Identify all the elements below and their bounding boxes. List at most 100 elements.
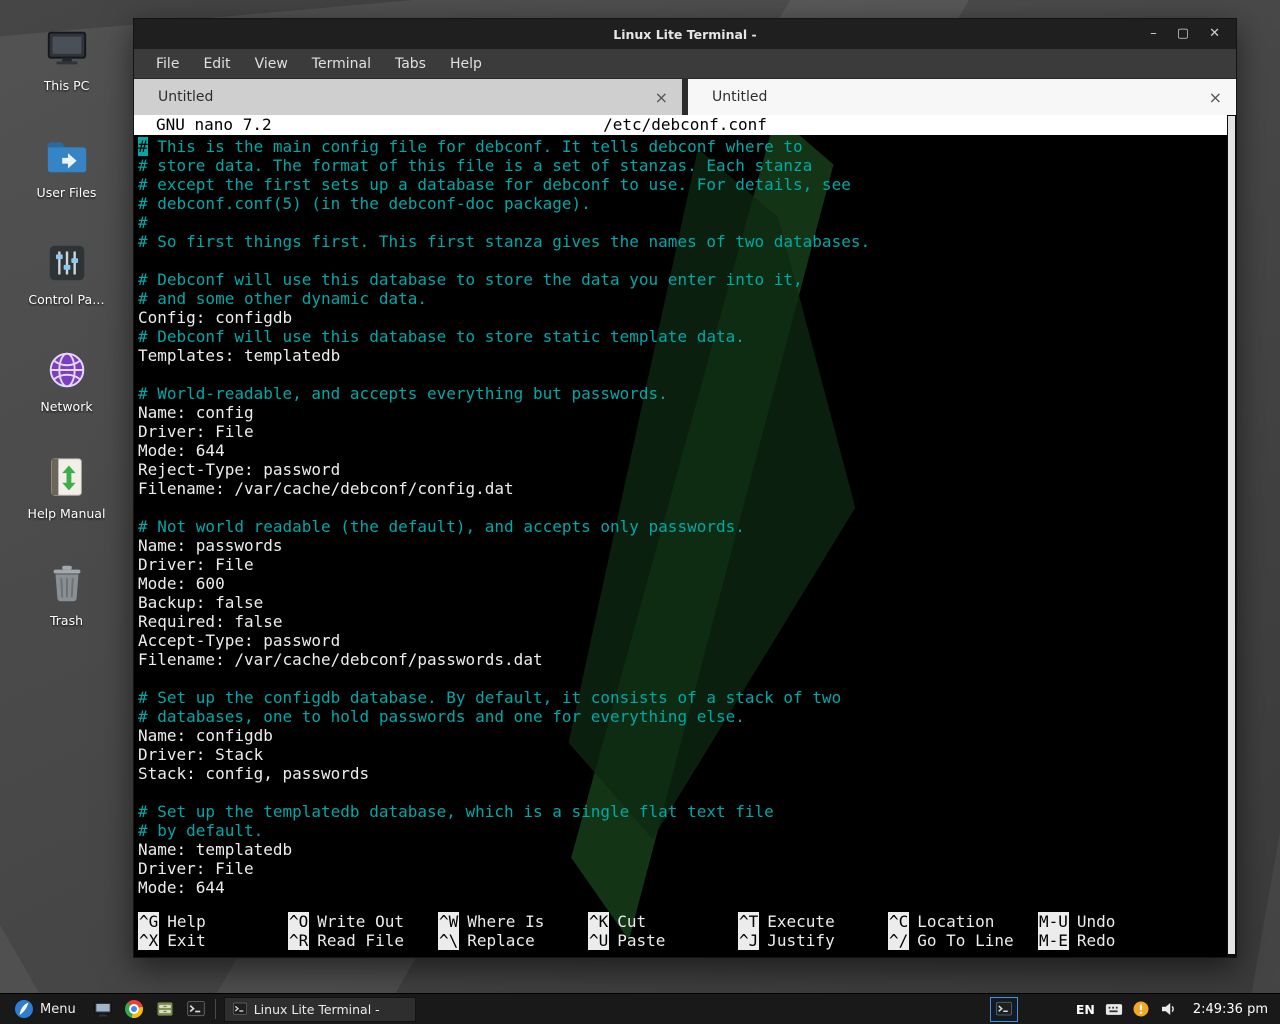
terminal-line <box>138 669 1236 688</box>
show-desktop-icon[interactable] <box>92 998 114 1020</box>
terminal-tray-icon[interactable] <box>990 997 1018 1022</box>
control-panel-icon <box>44 240 90 286</box>
nano-shortcut-justify[interactable]: ^JJustify <box>738 931 888 950</box>
desktop-icon-label: This PC <box>44 78 90 93</box>
menu-tabs[interactable]: Tabs <box>395 56 426 72</box>
shortcut-label: Go To Line <box>917 931 1013 950</box>
chromium-icon[interactable] <box>123 998 145 1020</box>
desktop-icon-network[interactable]: Network <box>12 347 122 414</box>
shortcut-label: Location <box>917 912 994 931</box>
terminal-line: Templates: templatedb <box>138 346 1236 365</box>
nano-shortcut-execute[interactable]: ^T Execute <box>738 912 888 931</box>
nano-shortcut-cut[interactable]: ^KCut <box>588 912 738 931</box>
terminal-line: # except the first sets up a database fo… <box>138 175 1236 194</box>
nano-editor[interactable]: GNU nano 7.2 /etc/debconf.conf # This is… <box>134 115 1236 957</box>
shortcut-key: ^/ <box>888 931 909 950</box>
menu-help[interactable]: Help <box>450 56 482 72</box>
terminal-line: Backup: false <box>138 593 1236 612</box>
shortcut-label: Justify <box>767 931 834 950</box>
menubar: File Edit View Terminal Tabs Help <box>134 49 1236 79</box>
shortcut-label: Replace <box>467 931 534 950</box>
nano-titlebar: GNU nano 7.2 /etc/debconf.conf <box>134 115 1236 135</box>
shortcut-label: Write Out <box>317 912 404 931</box>
tab-1[interactable]: Untitled× <box>134 79 682 115</box>
taskbar-window-button[interactable]: Linux Lite Terminal - <box>224 997 416 1022</box>
menu-edit[interactable]: Edit <box>203 56 230 72</box>
terminal-line: # Not world readable (the default), and … <box>138 517 1236 536</box>
taskbar-launchers <box>92 998 207 1020</box>
terminal-line: # So first things first. This first stan… <box>138 232 1236 251</box>
keyboard-language-indicator[interactable]: EN <box>1076 1002 1095 1017</box>
tab-2-active[interactable]: Untitled × <box>688 79 1236 115</box>
shortcut-key: ^O <box>288 912 309 931</box>
maximize-icon[interactable]: ▢ <box>1177 19 1189 49</box>
desktop: This PC User Files Control Pa… Network Help … <box>0 0 1280 1024</box>
tab-close-icon[interactable]: × <box>655 88 668 107</box>
desktop-icon-label: Help Manual <box>28 506 106 521</box>
nano-shortcut-paste[interactable]: ^UPaste <box>588 931 738 950</box>
terminal-content[interactable]: # This is the main config file for debco… <box>134 135 1236 897</box>
shortcut-label: Execute <box>767 912 834 931</box>
desktop-icon-help-manual[interactable]: Help Manual <box>12 454 122 521</box>
menu-terminal[interactable]: Terminal <box>312 56 371 72</box>
nano-shortcut-help[interactable]: ^GHelp <box>138 912 288 931</box>
desktop-icon-this-pc[interactable]: This PC <box>12 26 122 93</box>
terminal-line: # and some other dynamic data. <box>138 289 1236 308</box>
terminal-line: Name: passwords <box>138 536 1236 555</box>
shortcut-key: ^W <box>438 912 459 931</box>
terminal-window: Linux Lite Terminal - – ▢ ✕ File Edit View… <box>133 18 1237 958</box>
shortcut-key: ^\ <box>438 931 459 950</box>
menu-file[interactable]: File <box>156 56 179 72</box>
terminal-line: # by default. <box>138 821 1236 840</box>
this-pc-icon <box>44 26 90 72</box>
updates-notifier-icon[interactable] <box>1133 1001 1149 1017</box>
scrollbar[interactable] <box>1227 115 1236 957</box>
close-icon[interactable]: ✕ <box>1209 19 1220 49</box>
shortcut-label: Where Is <box>467 912 544 931</box>
desktop-icon-trash[interactable]: Trash <box>12 561 122 628</box>
nano-shortcut-undo[interactable]: M-UUndo <box>1038 912 1188 931</box>
nano-shortcut-redo[interactable]: M-ERedo <box>1038 931 1188 950</box>
nano-shortcut-exit[interactable]: ^XExit <box>138 931 288 950</box>
terminal-launcher-icon[interactable] <box>185 998 207 1020</box>
system-tray: EN 2:49:36 pm <box>990 997 1274 1022</box>
keyboard-layout-icon[interactable] <box>1105 1003 1123 1016</box>
shortcut-key: ^K <box>588 912 609 931</box>
desktop-icon-control-pa[interactable]: Control Pa… <box>12 240 122 307</box>
desktop-icon-user-files[interactable]: User Files <box>12 133 122 200</box>
tab-bar: Untitled×Untitled× <box>134 79 1236 115</box>
window-titlebar[interactable]: Linux Lite Terminal - – ▢ ✕ <box>134 19 1236 49</box>
desktop-icon-label: Control Pa… <box>28 292 104 307</box>
taskbar-clock[interactable]: 2:49:36 pm <box>1187 1002 1274 1017</box>
scrollbar-thumb[interactable] <box>1228 116 1235 954</box>
trash-icon <box>44 561 90 607</box>
terminal-line: Accept-Type: password <box>138 631 1236 650</box>
terminal-line: # This is the main config file for debco… <box>138 137 1236 156</box>
desktop-icon-label: Trash <box>50 613 83 628</box>
minimize-icon[interactable]: – <box>1150 19 1157 49</box>
nano-shortcut-write-out[interactable]: ^O Write Out <box>288 912 438 931</box>
text-cursor: # <box>138 137 148 156</box>
file-manager-icon[interactable] <box>154 998 176 1020</box>
terminal-line: Config: configdb <box>138 308 1236 327</box>
nano-shortcut-read-file[interactable]: ^RRead File <box>288 931 438 950</box>
volume-icon[interactable] <box>1159 1000 1177 1018</box>
terminal-line: Mode: 644 <box>138 878 1236 897</box>
terminal-line: Driver: Stack <box>138 745 1236 764</box>
menu-view[interactable]: View <box>255 56 288 72</box>
window-controls: – ▢ ✕ <box>1150 19 1236 49</box>
tab-close-icon[interactable]: × <box>1209 88 1222 107</box>
terminal-line: # Debconf will use this database to stor… <box>138 327 1236 346</box>
shortcut-key: M-E <box>1038 931 1069 950</box>
nano-shortcut-go-to-line[interactable]: ^/ Go To Line <box>888 931 1038 950</box>
tab-label: Untitled <box>712 89 767 105</box>
shortcut-key: ^C <box>888 912 909 931</box>
nano-shortcut-replace[interactable]: ^\ Replace <box>438 931 588 950</box>
terminal-line: # Set up the configdb database. By defau… <box>138 688 1236 707</box>
shortcut-label: Undo <box>1077 912 1116 931</box>
taskbar: Menu Linux Lite Terminal - EN 2: <box>0 993 1280 1024</box>
nano-shortcut-where-is[interactable]: ^W Where Is <box>438 912 588 931</box>
menu-button[interactable]: Menu <box>6 994 84 1024</box>
nano-shortcut-location[interactable]: ^C Location <box>888 912 1038 931</box>
shortcut-key: ^T <box>738 912 759 931</box>
